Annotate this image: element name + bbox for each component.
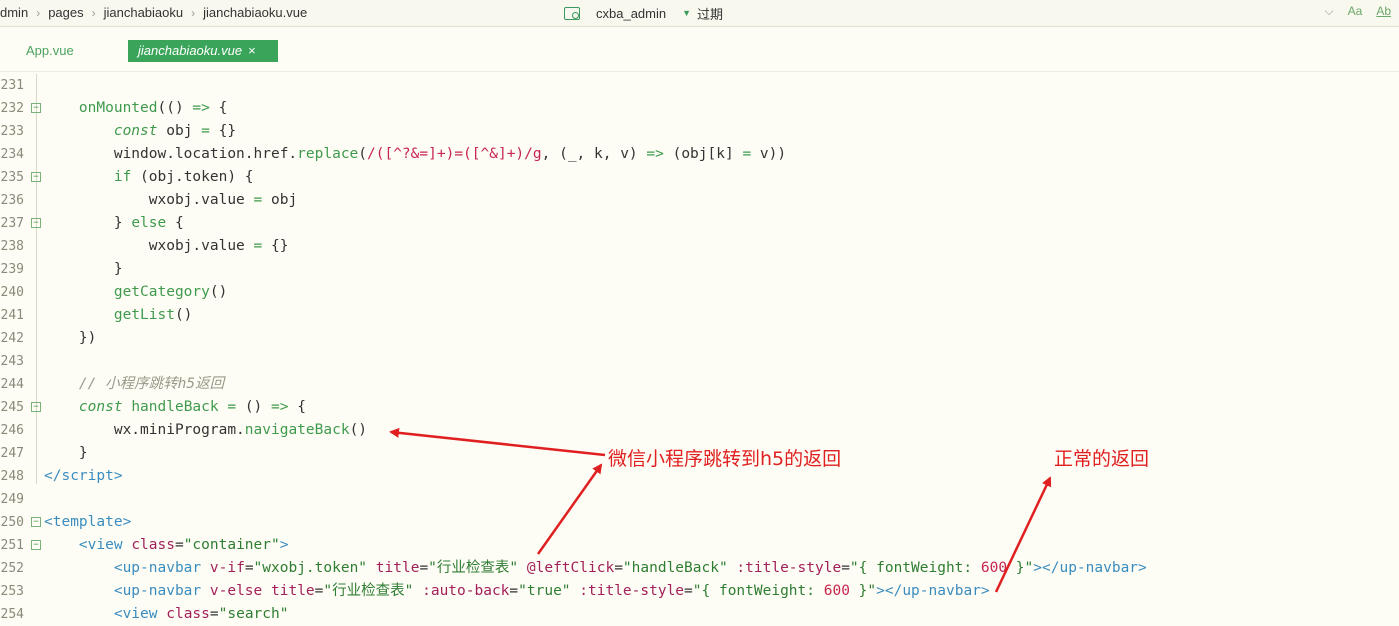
annotation-arrows	[389, 427, 1052, 593]
arrow-to-leftclick-handleback	[536, 463, 603, 555]
arrow-to-auto-back	[994, 476, 1052, 593]
arrow-to-navigateback	[389, 427, 606, 457]
annotation-wechat-back: 微信小程序跳转到h5的返回	[608, 448, 842, 470]
annotation-normal-back: 正常的返回	[1054, 448, 1150, 470]
